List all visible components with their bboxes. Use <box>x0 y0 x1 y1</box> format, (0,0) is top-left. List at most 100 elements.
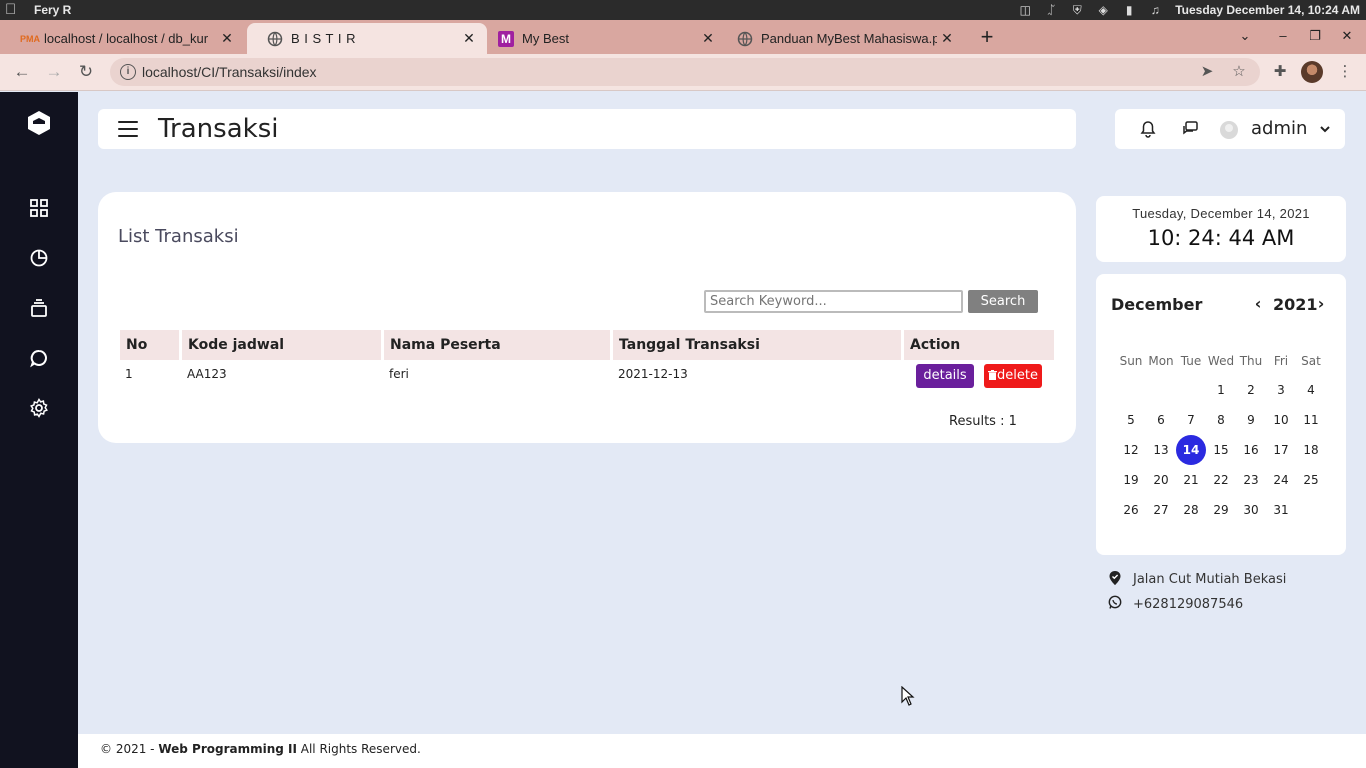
more-menu-icon[interactable]: ⋮ <box>1335 62 1355 82</box>
calendar-day[interactable]: 29 <box>1206 495 1236 525</box>
column-header-tanggal-transaksi: Tanggal Transaksi <box>613 330 901 360</box>
globe-icon <box>267 31 283 47</box>
reload-icon[interactable]: ↻ <box>76 62 96 82</box>
calendar-day[interactable]: 6 <box>1146 405 1176 435</box>
delete-button[interactable]: delete <box>984 364 1042 388</box>
volume-icon[interactable]: ♫ <box>1147 3 1163 17</box>
calendar-day[interactable]: 8 <box>1206 405 1236 435</box>
new-tab-icon[interactable]: + <box>976 26 998 48</box>
profile-avatar[interactable] <box>1301 61 1323 83</box>
calendar-day[interactable]: 31 <box>1266 495 1296 525</box>
extensions-icon[interactable]: ✚ <box>1270 62 1290 82</box>
calendar-day[interactable]: 13 <box>1146 435 1176 465</box>
calendar-day[interactable]: 25 <box>1296 465 1326 495</box>
wifi-icon[interactable]: ◈ <box>1095 3 1111 17</box>
calendar-day[interactable]: 3 <box>1266 375 1296 405</box>
minimize-icon[interactable]: – <box>1275 28 1291 44</box>
chevron-left-icon[interactable]: ‹ <box>1251 296 1265 312</box>
column-header-no: No <box>120 330 179 360</box>
calendar-day[interactable]: 24 <box>1266 465 1296 495</box>
tab-search-icon[interactable]: ⌄ <box>1237 28 1253 44</box>
tab-title: localhost / localhost / db_kur <box>44 31 209 46</box>
close-icon[interactable]: ✕ <box>700 30 716 46</box>
calendar-day[interactable]: 22 <box>1206 465 1236 495</box>
calendar-day[interactable]: 12 <box>1116 435 1146 465</box>
browser-tab[interactable]: M My Best ✕ <box>478 23 726 54</box>
os-user-name[interactable]: Fery R <box>34 3 71 17</box>
calendar-day[interactable]: 2 <box>1236 375 1266 405</box>
calendar-day[interactable]: 9 <box>1236 405 1266 435</box>
search-input[interactable] <box>704 290 963 313</box>
close-icon[interactable]: ✕ <box>461 30 477 46</box>
cell-no: 1 <box>125 367 133 381</box>
calendar-day[interactable]: 16 <box>1236 435 1266 465</box>
calendar-day[interactable]: 10 <box>1266 405 1296 435</box>
search-button[interactable]: Search <box>968 290 1038 313</box>
calendar-day[interactable]: 5 <box>1116 405 1146 435</box>
info-icon[interactable]: i <box>120 64 136 80</box>
username[interactable]: admin <box>1251 118 1307 139</box>
dashboard-grid-icon[interactable] <box>29 198 49 218</box>
layers-icon[interactable] <box>29 298 49 318</box>
calendar-day[interactable]: 27 <box>1146 495 1176 525</box>
avatar[interactable] <box>1220 121 1238 139</box>
calendar-day[interactable]: 1 <box>1206 375 1236 405</box>
camera-icon[interactable]: ◫ <box>1017 3 1033 17</box>
calendar-day[interactable]: 7 <box>1176 405 1206 435</box>
apple-icon[interactable]:  <box>5 2 21 18</box>
footer-brand: Web Programming II <box>158 742 297 756</box>
browser-tab[interactable]: PMA localhost / localhost / db_kur ✕ <box>0 23 245 54</box>
url-text[interactable]: localhost/CI/Transaksi/index <box>142 64 317 80</box>
app-logo-icon[interactable] <box>26 110 52 136</box>
bluetooth-icon[interactable]: ᛢ <box>1043 3 1059 17</box>
os-clock[interactable]: Tuesday December 14, 10:24 AM <box>1175 3 1360 17</box>
calendar-day[interactable]: 17 <box>1266 435 1296 465</box>
details-button[interactable]: details <box>916 364 974 388</box>
pie-chart-icon[interactable] <box>29 248 49 268</box>
calendar-day[interactable]: 15 <box>1206 435 1236 465</box>
close-icon[interactable]: ✕ <box>939 30 955 46</box>
calendar-widget: December ‹ 2021 › Sun Mon Tue Wed Thu Fri Sat 1… <box>1096 274 1346 555</box>
calendar-day[interactable]: 26 <box>1116 495 1146 525</box>
calendar-day[interactable]: 28 <box>1176 495 1206 525</box>
battery-icon[interactable]: ▮ <box>1121 3 1137 17</box>
calendar-day[interactable]: 21 <box>1176 465 1206 495</box>
calendar-day-today[interactable]: 14 <box>1176 435 1206 465</box>
address-text: Jalan Cut Mutiah Bekasi <box>1133 572 1287 587</box>
os-top-bar:  Fery R ◫ ᛢ ⛨ ◈ ▮ ♫ Tuesday December 14… <box>0 0 1366 20</box>
forward-icon[interactable]: → <box>44 62 64 82</box>
calendar-weekday: Sat <box>1301 354 1321 368</box>
back-icon[interactable]: ← <box>12 62 32 82</box>
close-icon[interactable]: ✕ <box>219 30 235 46</box>
bell-icon[interactable] <box>1139 120 1157 138</box>
hamburger-menu-icon[interactable] <box>118 121 138 137</box>
address-bar[interactable]: i localhost/CI/Transaksi/index ➤ ☆ <box>110 58 1260 86</box>
transaksi-list-card: List Transaksi Search No Kode jadwal Nam… <box>98 192 1076 443</box>
whatsapp-icon <box>1108 595 1122 609</box>
cell-kode-jadwal: AA123 <box>187 367 227 381</box>
messages-icon[interactable] <box>1181 120 1199 138</box>
browser-tab-strip: PMA localhost / localhost / db_kur ✕ B I… <box>0 20 1366 54</box>
window-close-icon[interactable]: ✕ <box>1339 28 1355 44</box>
chevron-right-icon[interactable]: › <box>1314 296 1328 312</box>
shield-icon[interactable]: ⛨ <box>1069 3 1085 17</box>
browser-tab-active[interactable]: B I S T I R ✕ <box>247 23 487 54</box>
calendar-day[interactable]: 23 <box>1236 465 1266 495</box>
calendar-day[interactable]: 11 <box>1296 405 1326 435</box>
restore-icon[interactable]: ❐ <box>1307 28 1323 44</box>
calendar-day[interactable]: 20 <box>1146 465 1176 495</box>
send-icon[interactable]: ➤ <box>1198 63 1216 81</box>
current-date: Tuesday, December 14, 2021 <box>1132 206 1310 221</box>
calendar-weekday: Thu <box>1239 354 1263 368</box>
calendar-day[interactable]: 30 <box>1236 495 1266 525</box>
mybest-icon: M <box>498 30 514 47</box>
star-icon[interactable]: ☆ <box>1230 63 1248 81</box>
page-title: Transaksi <box>158 114 279 144</box>
settings-gear-icon[interactable] <box>29 398 49 418</box>
chevron-down-icon[interactable] <box>1318 122 1332 136</box>
calendar-day[interactable]: 19 <box>1116 465 1146 495</box>
calendar-day[interactable]: 4 <box>1296 375 1326 405</box>
calendar-day[interactable]: 18 <box>1296 435 1326 465</box>
chat-bubble-icon[interactable] <box>29 348 49 368</box>
browser-tab[interactable]: Panduan MyBest Mahasiswa.p ✕ <box>717 23 965 54</box>
